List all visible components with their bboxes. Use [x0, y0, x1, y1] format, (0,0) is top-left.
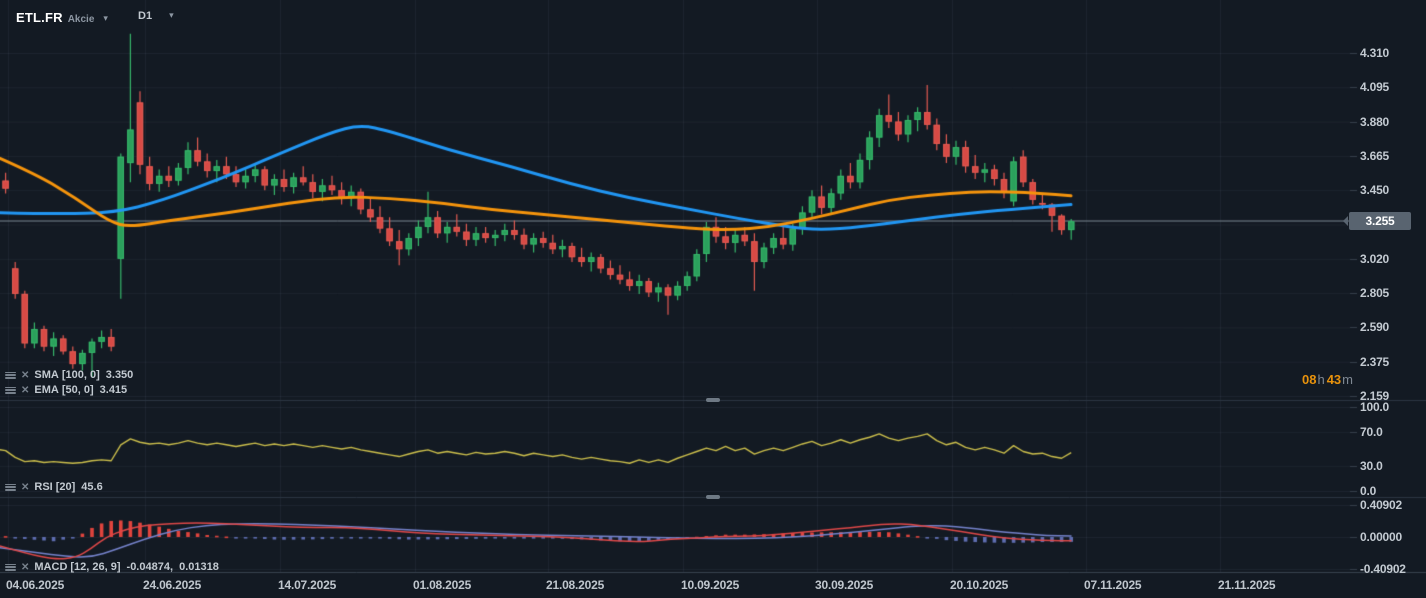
legend-name: MACD: [34, 561, 68, 573]
rsi-axis-label: 70.0: [1360, 425, 1383, 440]
legend-rsi: ✕ RSI [20] 45.6: [4, 480, 103, 494]
settings-icon[interactable]: [4, 385, 17, 396]
settings-icon[interactable]: [4, 562, 17, 573]
price-axis-label: 3.020: [1360, 251, 1390, 266]
session-countdown: 08h 43m: [1230, 372, 1355, 387]
legend-value: 3.350: [105, 369, 134, 381]
time-axis-label: 24.06.2025: [143, 578, 202, 592]
price-axis-label: 2.590: [1360, 320, 1390, 335]
panel-resize-handle[interactable]: [706, 398, 720, 402]
time-axis-label: 10.09.2025: [681, 578, 740, 592]
legend-sma: ✕ SMA [100, 0] 3.350: [4, 368, 133, 382]
price-axis-label: 4.310: [1360, 46, 1390, 60]
settings-icon[interactable]: [4, 370, 17, 381]
macd-axis-label: 0.40902: [1360, 498, 1402, 512]
time-axis-label: 04.06.2025: [6, 578, 65, 592]
panel-resize-handle[interactable]: [706, 495, 720, 499]
rsi-axis-label: 30.0: [1360, 458, 1383, 473]
price-axis-label: 2.375: [1360, 354, 1390, 369]
time-axis-label: 21.11.2025: [1218, 578, 1276, 592]
rsi-axis-label: 0.0: [1360, 484, 1377, 498]
price-axis-label: 4.095: [1360, 80, 1390, 95]
current-price-badge: 3.255: [1343, 212, 1411, 230]
countdown-minutes: 43: [1326, 372, 1342, 387]
trading-chart-window: ETL.FR Akcie ▾ D1 ▾ ✕ SMA [100, 0] 3.350…: [0, 0, 1426, 598]
price-axis-label: 3.880: [1360, 114, 1390, 129]
close-icon[interactable]: ✕: [21, 482, 29, 493]
countdown-minutes-unit: m: [1342, 372, 1353, 387]
legend-name: SMA: [34, 369, 59, 381]
timeframe-selector[interactable]: D1 ▾: [138, 10, 174, 22]
close-icon[interactable]: ✕: [21, 370, 29, 381]
settings-icon[interactable]: [4, 482, 17, 493]
time-axis-label: 07.11.2025: [1084, 578, 1142, 592]
timeframe-label: D1: [138, 10, 153, 22]
symbol-selector[interactable]: ETL.FR Akcie ▾: [16, 10, 108, 25]
macd-axis-label: -0.40902: [1360, 561, 1406, 576]
legend-value: -0.04874, 0.01318: [126, 561, 219, 573]
rsi-axis-label: 100.0: [1360, 400, 1390, 414]
chevron-down-icon: ▾: [103, 13, 108, 23]
legend-ema: ✕ EMA [50, 0] 3.415: [4, 383, 127, 397]
countdown-hours: 08: [1301, 372, 1317, 387]
legend-value: 3.415: [99, 384, 128, 396]
legend-params: [100, 0]: [61, 369, 100, 381]
chart-canvas[interactable]: [0, 0, 1426, 598]
legend-params: [12, 26, 9]: [70, 561, 121, 573]
legend-name: EMA: [34, 384, 59, 396]
chevron-down-icon: ▾: [169, 10, 174, 20]
macd-axis-label: 0.00000: [1360, 530, 1402, 544]
time-axis-label: 30.09.2025: [815, 578, 874, 592]
price-axis-label: 2.805: [1360, 286, 1390, 301]
countdown-hours-unit: h: [1317, 372, 1325, 387]
close-icon[interactable]: ✕: [21, 385, 29, 396]
current-price-value: 3.255: [1365, 214, 1395, 228]
time-axis-label: 21.08.2025: [546, 578, 605, 592]
legend-params: [50, 0]: [61, 384, 94, 396]
time-axis-label: 14.07.2025: [278, 578, 337, 592]
legend-name: RSI: [34, 481, 53, 493]
price-axis-label: 3.450: [1360, 183, 1390, 198]
instrument-type-label: Akcie: [67, 14, 95, 25]
legend-macd: ✕ MACD [12, 26, 9] -0.04874, 0.01318: [4, 560, 219, 574]
price-axis-label: 3.665: [1360, 148, 1390, 163]
legend-value: 45.6: [81, 481, 103, 493]
symbol-name: ETL.FR: [16, 10, 63, 25]
close-icon[interactable]: ✕: [21, 562, 29, 573]
time-axis-label: 01.08.2025: [413, 578, 472, 592]
time-axis-label: 20.10.2025: [950, 578, 1009, 592]
legend-params: [20]: [55, 481, 76, 493]
